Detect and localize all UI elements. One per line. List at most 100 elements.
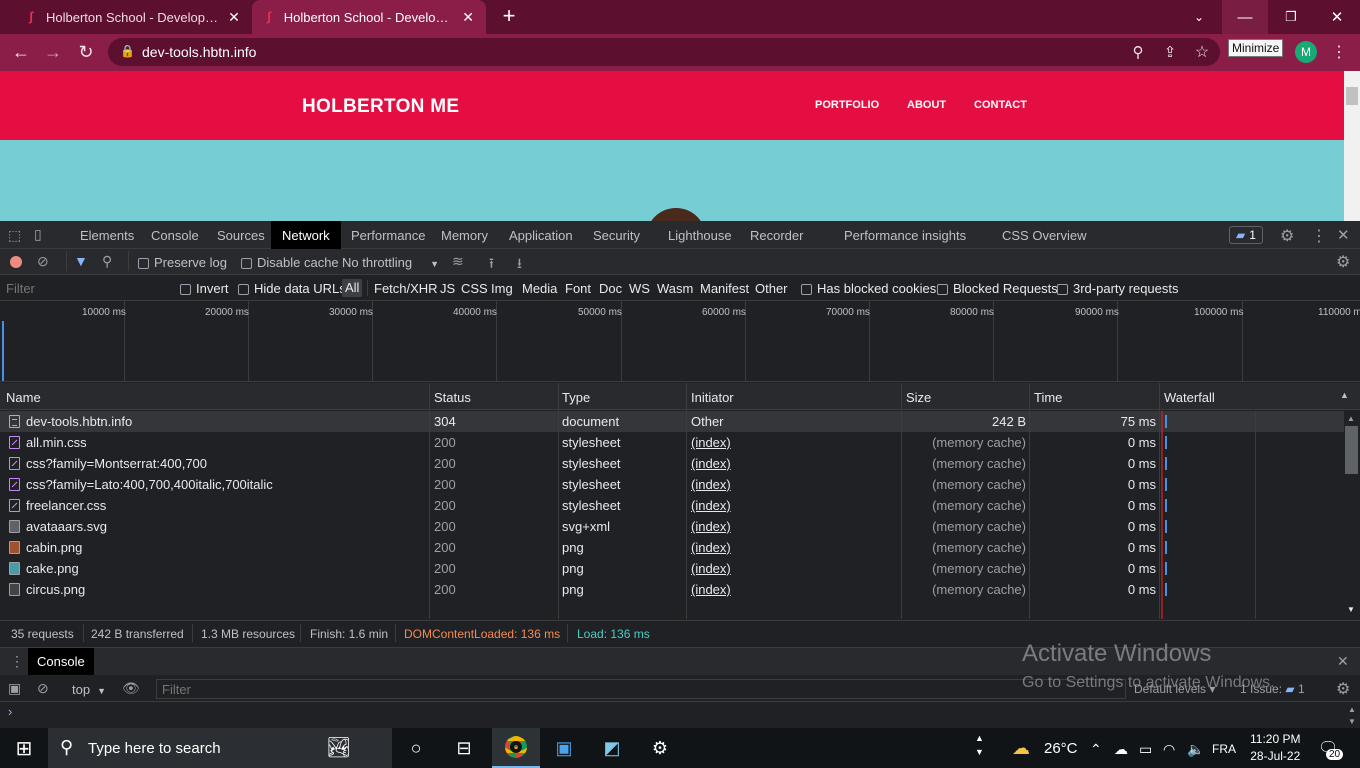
clear-console-icon[interactable]: ⊘ bbox=[37, 680, 49, 697]
nav-link-contact[interactable]: CONTACT bbox=[974, 99, 1027, 111]
table-row[interactable]: freelancer.css 200 stylesheet (index) (m… bbox=[0, 495, 1344, 516]
taskbar-clock[interactable]: 11:20 PM 28-Jul-22 bbox=[1250, 732, 1300, 763]
chrome-taskbar-icon[interactable] bbox=[492, 728, 540, 768]
blocked-requests-checkbox[interactable]: Blocked Requests bbox=[937, 281, 1058, 296]
battery-icon[interactable]: ▭ bbox=[1139, 741, 1152, 758]
clear-icon[interactable]: ⊘ bbox=[37, 253, 49, 270]
console-scroll-arrows[interactable]: ▲ ▼ bbox=[1345, 704, 1359, 728]
tab-network[interactable]: Network bbox=[271, 221, 341, 249]
filter-type-media[interactable]: Media bbox=[522, 281, 557, 296]
browser-tab-1[interactable]: ʃ Holberton School - Developer to ✕ bbox=[14, 0, 252, 34]
settings-taskbar-gear-icon[interactable]: ⚙ bbox=[636, 728, 684, 768]
reload-icon[interactable]: ↻ bbox=[73, 40, 99, 64]
filter-type-css[interactable]: CSS bbox=[461, 281, 488, 296]
wifi-icon[interactable]: ◠ bbox=[1163, 741, 1175, 758]
cell-initiator-link[interactable]: (index) bbox=[691, 582, 731, 597]
scroll-down-icon[interactable]: ▼ bbox=[1347, 605, 1355, 614]
tab-sources[interactable]: Sources bbox=[206, 221, 276, 249]
device-toolbar-icon[interactable]: ▯ bbox=[34, 226, 42, 243]
column-header-name[interactable]: Name bbox=[6, 390, 41, 405]
close-tab-icon[interactable]: ✕ bbox=[226, 9, 242, 26]
tab-memory[interactable]: Memory bbox=[430, 221, 499, 249]
console-settings-gear-icon[interactable]: ⚙ bbox=[1336, 679, 1350, 699]
filter-type-doc[interactable]: Doc bbox=[599, 281, 622, 296]
bookmark-star-icon[interactable]: ☆ bbox=[1189, 40, 1215, 64]
page-scrollbar[interactable] bbox=[1344, 71, 1360, 221]
close-window-button[interactable]: ✕ bbox=[1314, 0, 1360, 34]
network-settings-gear-icon[interactable]: ⚙ bbox=[1336, 252, 1350, 272]
column-header-size[interactable]: Size bbox=[906, 390, 931, 405]
table-scrollbar[interactable]: ▲ ▼ bbox=[1344, 412, 1360, 618]
close-drawer-icon[interactable]: ✕ bbox=[1337, 653, 1349, 670]
console-filter-input[interactable] bbox=[156, 679, 1126, 699]
table-row[interactable]: all.min.css 200 stylesheet (index) (memo… bbox=[0, 432, 1344, 453]
cell-initiator-link[interactable]: (index) bbox=[691, 477, 731, 492]
devtools-settings-gear-icon[interactable]: ⚙ bbox=[1280, 226, 1294, 246]
tab-search-chevron-icon[interactable]: ⌄ bbox=[1176, 0, 1222, 34]
nav-link-about[interactable]: ABOUT bbox=[907, 99, 946, 111]
third-party-requests-checkbox[interactable]: 3rd-party requests bbox=[1057, 281, 1179, 296]
network-overview-timeline[interactable]: 10000 ms 20000 ms 30000 ms 40000 ms 5000… bbox=[0, 301, 1360, 382]
devtools-more-icon[interactable]: ⋮ bbox=[1311, 226, 1327, 246]
photos-taskbar-icon[interactable]: ▣ bbox=[540, 728, 588, 768]
export-har-icon[interactable]: ⭳ bbox=[517, 253, 522, 277]
tab-recorder[interactable]: Recorder bbox=[739, 221, 814, 249]
show-hidden-icons-chevron[interactable]: ⌃ bbox=[1090, 741, 1102, 758]
column-header-time[interactable]: Time bbox=[1034, 390, 1062, 405]
context-select[interactable]: top ▼ bbox=[72, 682, 106, 697]
share-icon[interactable]: ⇪ bbox=[1157, 40, 1183, 64]
close-tab-icon[interactable]: ✕ bbox=[460, 9, 476, 26]
tab-security[interactable]: Security bbox=[582, 221, 651, 249]
tab-elements[interactable]: Elements bbox=[69, 221, 145, 249]
filter-type-ws[interactable]: WS bbox=[629, 281, 650, 296]
browser-menu-icon[interactable]: ⋮ bbox=[1326, 40, 1352, 64]
close-devtools-icon[interactable]: ✕ bbox=[1337, 226, 1350, 244]
filter-type-img[interactable]: Img bbox=[491, 281, 513, 296]
has-blocked-cookies-checkbox[interactable]: Has blocked cookies bbox=[801, 281, 936, 296]
input-language[interactable]: FRA bbox=[1212, 742, 1236, 756]
address-bar[interactable] bbox=[108, 38, 1220, 66]
table-row[interactable]: circus.png 200 png (index) (memory cache… bbox=[0, 579, 1344, 600]
console-prompt-icon[interactable]: › bbox=[8, 704, 12, 719]
live-expression-eye-icon[interactable]: 👁 bbox=[122, 680, 140, 697]
hide-data-urls-checkbox[interactable]: Hide data URLs bbox=[238, 281, 346, 296]
task-view-icon[interactable]: ⊟ bbox=[440, 728, 488, 768]
tab-performance[interactable]: Performance bbox=[340, 221, 436, 249]
cell-initiator-link[interactable]: (index) bbox=[691, 561, 731, 576]
disable-cache-checkbox[interactable]: Disable cache bbox=[241, 255, 339, 270]
browser-tab-2[interactable]: ʃ Holberton School - Developer to ✕ bbox=[252, 0, 486, 34]
filter-type-font[interactable]: Font bbox=[565, 281, 591, 296]
record-icon[interactable] bbox=[10, 256, 22, 268]
filter-type-wasm[interactable]: Wasm bbox=[657, 281, 693, 296]
windows-start-icon[interactable]: ⊞ bbox=[0, 728, 48, 768]
profile-avatar[interactable]: M bbox=[1295, 41, 1317, 63]
invert-checkbox[interactable]: Invert bbox=[180, 281, 229, 296]
network-filter-input[interactable] bbox=[0, 278, 168, 298]
zoom-icon[interactable]: ⚲ bbox=[1125, 40, 1151, 64]
back-arrow-icon[interactable]: ← bbox=[8, 40, 34, 64]
table-row[interactable]: cabin.png 200 png (index) (memory cache)… bbox=[0, 537, 1344, 558]
tab-performance-insights[interactable]: Performance insights bbox=[833, 221, 977, 249]
import-har-icon[interactable]: ⭱ bbox=[489, 253, 494, 277]
cell-initiator-link[interactable]: (index) bbox=[691, 540, 731, 555]
cell-initiator-link[interactable]: (index) bbox=[691, 519, 731, 534]
filter-type-manifest[interactable]: Manifest bbox=[700, 281, 749, 296]
filter-type-other[interactable]: Other bbox=[755, 281, 788, 296]
cell-initiator-link[interactable]: (index) bbox=[691, 435, 731, 450]
taskbar-scroll-arrows[interactable]: ▲ ▼ bbox=[975, 731, 984, 759]
tab-console[interactable]: Console bbox=[140, 221, 210, 249]
tab-css-overview[interactable]: CSS Overview bbox=[991, 221, 1098, 249]
minimize-button[interactable]: — bbox=[1222, 0, 1268, 34]
issues-counter-button[interactable]: ▰ 1 bbox=[1229, 226, 1263, 244]
column-header-initiator[interactable]: Initiator bbox=[691, 390, 734, 405]
weather-temperature[interactable]: 26°C bbox=[1044, 740, 1078, 757]
scroll-up-icon[interactable]: ▲ bbox=[1347, 414, 1355, 423]
inspect-element-icon[interactable]: ⬚ bbox=[8, 227, 21, 244]
filter-type-all[interactable]: All bbox=[342, 279, 363, 297]
restore-button[interactable]: ❐ bbox=[1268, 0, 1314, 34]
network-conditions-wifi-icon[interactable]: ≋ bbox=[452, 253, 464, 270]
nav-link-portfolio[interactable]: PORTFOLIO bbox=[815, 99, 879, 111]
url-text[interactable]: dev-tools.hbtn.info bbox=[142, 44, 256, 60]
preserve-log-checkbox[interactable]: Preserve log bbox=[138, 255, 227, 270]
filter-type-js[interactable]: JS bbox=[440, 281, 455, 296]
